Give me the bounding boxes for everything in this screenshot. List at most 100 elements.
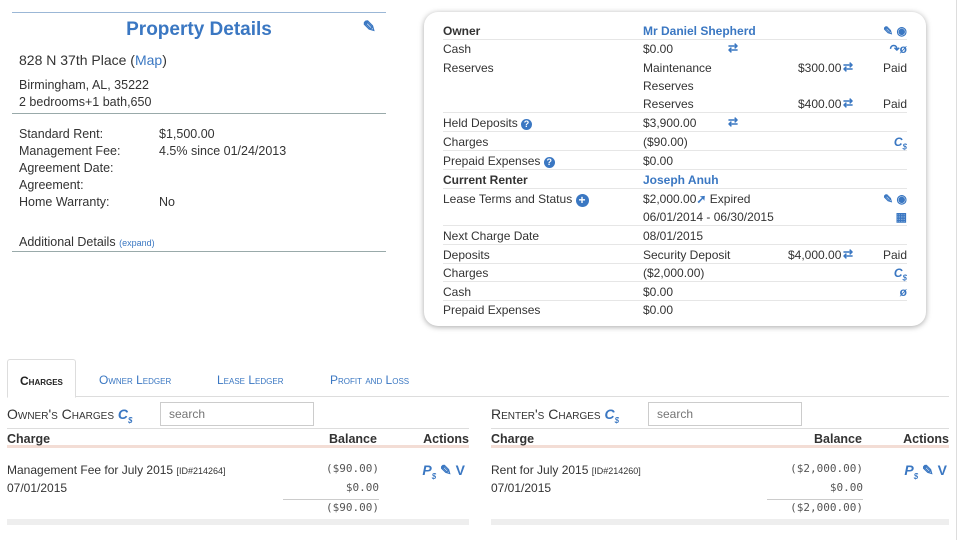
- calendar-icon[interactable]: ▦: [896, 210, 907, 224]
- property-fields-table: Standard Rent: $1,500.00 Management Fee: 4…: [19, 126, 286, 211]
- renter-prepaid-value: $0.00: [643, 303, 674, 317]
- charge-date: 07/01/2015: [491, 481, 552, 495]
- charge-total: ($90.00): [283, 499, 379, 514]
- charge-c-dollar-icon[interactable]: C$: [604, 406, 619, 425]
- additional-details: Additional Details (expand): [12, 235, 386, 252]
- field-row: Agreement:: [19, 177, 286, 194]
- window-edge: [956, 0, 960, 540]
- reserves-word: Reserves: [643, 79, 694, 93]
- help-icon[interactable]: ?: [521, 119, 533, 130]
- tab-profit-and-loss[interactable]: Profit and Loss: [318, 359, 421, 398]
- pencil-icon[interactable]: ✎: [922, 462, 934, 479]
- renter-cash-label: Cash: [443, 285, 472, 299]
- void-v-icon[interactable]: V: [938, 462, 947, 478]
- pay-p-dollar-icon[interactable]: P$: [904, 462, 918, 481]
- cash-label: Cash: [443, 42, 472, 56]
- tab-lease-ledger[interactable]: Lease Ledger: [205, 359, 295, 398]
- owner-row: Owner Mr Daniel Shepherd ✎ ◉: [443, 22, 907, 40]
- help-icon[interactable]: ?: [543, 157, 555, 168]
- field-row: Management Fee: 4.5% since 01/24/2013: [19, 143, 286, 160]
- maintenance-status: Paid: [882, 61, 907, 75]
- renter-charges-row: Charges ($2,000.00) C$: [443, 264, 907, 282]
- security-deposit-status: Paid: [882, 248, 907, 262]
- col-balance: Balance: [329, 432, 377, 446]
- renter-charges-value: ($2,000.00): [643, 266, 705, 280]
- col-charge: Charge: [491, 432, 535, 446]
- field-value: [159, 160, 286, 177]
- map-link[interactable]: Map: [135, 52, 162, 68]
- deposits-row: Deposits Security Deposit $4,000.00 ⇄ Pa…: [443, 246, 907, 264]
- prepaid-value: $0.00: [643, 154, 674, 168]
- current-renter-row: Current Renter Joseph Anuh: [443, 171, 907, 189]
- renters-charges-search-input[interactable]: [648, 402, 802, 426]
- prepaid-label: Prepaid Expenses ?: [443, 154, 555, 168]
- renter-prepaid-label: Prepaid Expenses: [443, 303, 541, 317]
- cash-value: $0.00: [643, 42, 674, 56]
- lease-terms-row: Lease Terms and Status + $2,000.00➚ Expi…: [443, 190, 907, 208]
- owners-charges-search-input[interactable]: [160, 402, 314, 426]
- field-label: Agreement Date:: [19, 161, 114, 175]
- charge-id: [ID#214264]: [176, 466, 226, 476]
- transfer-arrows-icon[interactable]: ⇄: [843, 96, 853, 110]
- field-label: Standard Rent:: [19, 127, 104, 141]
- add-lease-icon[interactable]: +: [575, 194, 589, 207]
- renters-charges-footer: [491, 519, 949, 525]
- next-charge-value: 08/01/2015: [643, 229, 704, 243]
- col-charge: Charge: [7, 432, 51, 446]
- transfer-arrows-icon[interactable]: ⇄: [843, 247, 853, 261]
- owner-renter-card: Owner Mr Daniel Shepherd ✎ ◉ Cash $0.00 …: [424, 12, 926, 326]
- charge-total: ($2,000.00): [767, 499, 863, 514]
- current-renter-label: Current Renter: [443, 173, 528, 187]
- charges-label: Charges: [443, 135, 489, 149]
- lease-terms-text: Lease Terms and Status: [443, 192, 573, 206]
- charge-c-dollar-icon[interactable]: C$: [118, 406, 133, 425]
- transfer-arrows-icon[interactable]: ⇄: [843, 60, 853, 74]
- expand-link[interactable]: (expand): [119, 238, 155, 248]
- refund-icon[interactable]: ø: [900, 42, 907, 56]
- lease-dates-row: 06/01/2014 - 06/30/2015 ▦: [443, 208, 907, 226]
- cash-row: Cash $0.00 ⇄ ↷ø: [443, 40, 907, 58]
- col-actions: Actions: [903, 432, 949, 446]
- field-label: Management Fee:: [19, 144, 121, 158]
- pencil-icon[interactable]: ✎: [883, 192, 893, 206]
- renters-charges-title-text: Renter's Charges: [491, 406, 601, 422]
- tab-owner-ledger[interactable]: Owner Ledger: [87, 359, 183, 398]
- field-label: Home Warranty:: [19, 195, 110, 209]
- pencil-icon[interactable]: ✎: [440, 462, 452, 479]
- renter-name-link[interactable]: Joseph Anuh: [643, 173, 719, 187]
- col-actions: Actions: [423, 432, 469, 446]
- deposits-label: Deposits: [443, 248, 490, 262]
- pencil-icon[interactable]: ✎: [363, 17, 376, 37]
- owner-name-link[interactable]: Mr Daniel Shepherd: [643, 24, 756, 38]
- tab-charges[interactable]: Charges: [7, 359, 76, 398]
- charge-date: 07/01/2015: [7, 481, 68, 495]
- redo-arrow-icon[interactable]: ↷: [890, 42, 900, 56]
- ledger-tabs: Charges Owner Ledger Lease Ledger Profit…: [7, 359, 949, 398]
- transfer-arrows-icon[interactable]: ⇄: [728, 41, 738, 55]
- address-close: ): [162, 52, 167, 68]
- charge-c-dollar-icon[interactable]: C$: [894, 266, 907, 282]
- held-deposits-label: Held Deposits ?: [443, 116, 533, 130]
- field-value: 4.5% since 01/24/2013: [159, 144, 287, 158]
- pay-p-dollar-icon[interactable]: P$: [422, 462, 436, 481]
- eye-icon[interactable]: ◉: [897, 192, 907, 206]
- pencil-icon[interactable]: ✎: [883, 24, 893, 38]
- charges-value: ($90.00): [643, 135, 688, 149]
- void-v-icon[interactable]: V: [456, 462, 465, 478]
- lease-status-text: Expired: [709, 192, 751, 206]
- charge-c-dollar-icon[interactable]: C$: [894, 135, 907, 151]
- eye-icon[interactable]: ◉: [897, 24, 907, 38]
- refund-icon[interactable]: ø: [900, 285, 907, 299]
- next-charge-label: Next Charge Date: [443, 229, 540, 243]
- reserves-value: $400.00: [798, 97, 842, 111]
- owners-charges-title: Owner's Charges C$: [7, 406, 132, 425]
- lease-actions: ✎ ◉: [883, 192, 907, 206]
- field-value: $1,500.00: [159, 127, 215, 141]
- charge-balance: ($90.00): [326, 462, 379, 475]
- transfer-arrows-icon[interactable]: ⇄: [728, 115, 738, 129]
- charge-balance: ($2,000.00): [790, 462, 863, 475]
- maintenance-label: Maintenance: [643, 61, 712, 75]
- reserves-row: Reserves $400.00 ⇄ Paid: [443, 95, 907, 113]
- address-rooms: 2 bedrooms+1 bath,650: [12, 95, 386, 114]
- reserves-status: Paid: [882, 97, 907, 111]
